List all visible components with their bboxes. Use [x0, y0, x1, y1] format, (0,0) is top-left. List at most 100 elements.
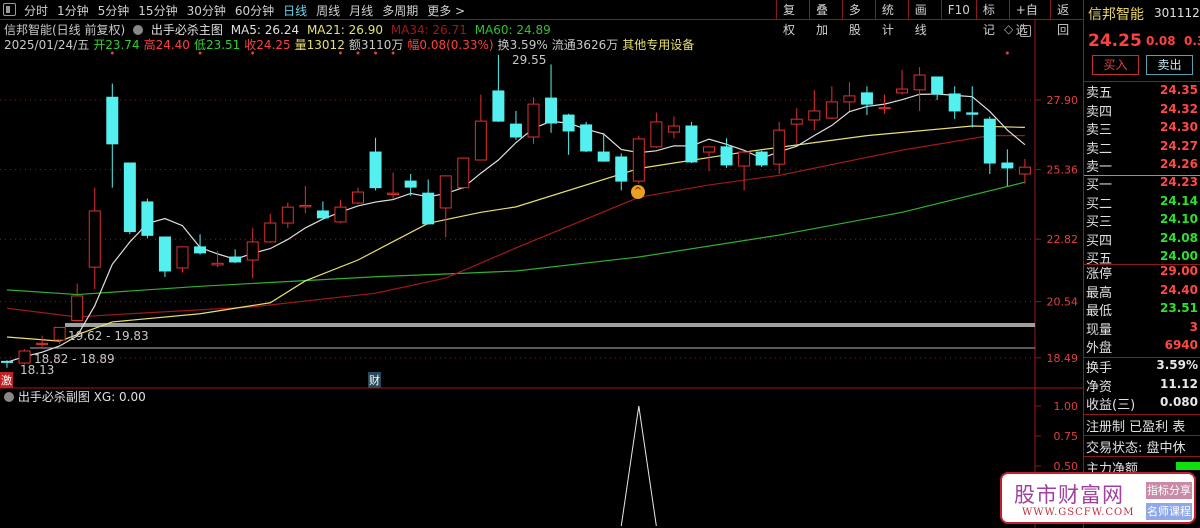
candle-body — [632, 138, 645, 182]
candle-body — [352, 191, 364, 204]
sub-y-tick-label: 0.75 — [1054, 430, 1079, 443]
quote-value: 6940 — [1164, 338, 1198, 352]
registration-info: 注册制 已盈利 表 — [1086, 420, 1186, 435]
candle-body — [720, 146, 733, 166]
candle-body — [738, 151, 751, 167]
candle-body — [843, 95, 856, 103]
quote-row: 外盘 6940 — [1084, 337, 1200, 356]
candle-body — [123, 162, 136, 233]
kline-chart[interactable]: 27.9025.3622.8220.5418.491.000.750.50 — [0, 0, 1083, 528]
quote-row: 买四 24.08 — [1084, 230, 1200, 249]
quote-label: 买三 — [1086, 215, 1113, 230]
quote-row: 净资 11.12 — [1084, 376, 1200, 395]
candle-body — [211, 262, 224, 266]
sub-indicator-header: 出手必杀副图 XG: 0.00 — [4, 388, 146, 405]
candle-body — [913, 74, 926, 91]
sub-y-tick-label: 1.00 — [1054, 400, 1079, 413]
sell-button[interactable]: 卖出 — [1146, 55, 1193, 75]
candle-body — [264, 222, 277, 243]
watermark-title: 股市财富网 — [1014, 483, 1124, 507]
quote-label: 换手 — [1086, 361, 1113, 376]
candle-body — [948, 93, 961, 112]
quote-value: 24.40 — [1160, 282, 1198, 297]
candle-body — [18, 350, 31, 364]
price-change: 0.08 — [1146, 34, 1176, 48]
candle-body — [667, 125, 680, 133]
quote-label: 卖二 — [1086, 141, 1113, 157]
candle-body — [106, 96, 119, 145]
quote-value: 24.26 — [1160, 157, 1198, 171]
candle-body — [685, 125, 698, 163]
y-tick-label: 25.36 — [1047, 164, 1079, 177]
candle-body — [878, 107, 891, 110]
watermark-tag-courses: 名师课程 — [1146, 503, 1192, 520]
candle-body — [387, 192, 400, 196]
candle-body — [790, 118, 803, 125]
event-badge[interactable]: 激 — [0, 372, 13, 388]
quote-value: 24.32 — [1160, 101, 1198, 116]
quote-value: 24.23 — [1160, 175, 1198, 189]
candle-body — [931, 76, 944, 95]
candle-body — [53, 326, 66, 341]
ma34-line — [6, 135, 1025, 318]
y-tick-label: 22.82 — [1047, 233, 1079, 246]
candle-body — [562, 114, 575, 132]
diamond-icon[interactable]: ◇ — [1004, 22, 1013, 36]
candle-body — [334, 206, 347, 223]
quote-label: 卖一 — [1086, 160, 1113, 175]
quote-value: 24.14 — [1160, 193, 1198, 208]
sub-indicator-name[interactable]: 出手必杀副图 — [18, 390, 90, 404]
y-tick-label: 18.49 — [1047, 352, 1079, 365]
gap-band — [65, 323, 1035, 327]
quote-label: 买一 — [1086, 178, 1113, 193]
buy-signal-icon: ^ — [631, 185, 645, 199]
candle-body — [755, 151, 768, 166]
candle-body — [176, 246, 189, 269]
quote-row: 最高 24.40 — [1084, 282, 1200, 301]
candle-body — [88, 210, 101, 268]
quote-row: 卖四 24.32 — [1084, 101, 1200, 120]
candle-body — [615, 156, 628, 182]
sub-indicator-menu-icon[interactable] — [4, 392, 14, 402]
marker-dot — [110, 51, 114, 55]
xg-value: XG: 0.00 — [93, 390, 146, 404]
buy-button[interactable]: 买入 — [1092, 55, 1139, 75]
panel-toggle-icon[interactable] — [1020, 25, 1031, 37]
quote-value: 0.080 — [1160, 395, 1198, 409]
candle-body — [492, 90, 505, 122]
quote-label: 买四 — [1086, 233, 1113, 249]
quote-row: 卖三 24.30 — [1084, 119, 1200, 138]
quote-label: 卖五 — [1086, 86, 1113, 101]
quote-value: 3 — [1189, 319, 1198, 334]
quote-label: 最高 — [1086, 285, 1113, 301]
quote-row: 换手 3.59% — [1084, 357, 1200, 376]
candle-body — [474, 120, 487, 161]
quote-label: 外盘 — [1086, 341, 1113, 356]
quote-value: 24.00 — [1160, 249, 1198, 263]
candle-body — [1, 360, 13, 363]
candle-body — [404, 180, 417, 188]
marker-dot — [251, 51, 255, 55]
candle-body — [1018, 166, 1031, 175]
candle-body — [369, 151, 382, 189]
candle-body — [158, 236, 171, 272]
quote-value: 3.59% — [1156, 358, 1198, 372]
quote-value: 23.51 — [1160, 301, 1198, 315]
quote-row: 卖二 24.27 — [1084, 138, 1200, 157]
quote-row: 最低 23.51 — [1084, 300, 1200, 319]
candle-body — [896, 88, 909, 94]
quote-row: 买一 24.23 — [1084, 174, 1200, 193]
finance-badge[interactable]: 财 — [368, 372, 381, 388]
quote-panel: 信邦智能 301112 24.25 0.08 0.33% 买入 卖出 卖五 24.… — [1083, 0, 1200, 528]
candle-body — [71, 295, 84, 322]
quote-label: 卖三 — [1086, 123, 1113, 138]
candle-body — [808, 110, 821, 121]
quote-label: 最低 — [1086, 304, 1113, 319]
marker-dot — [1005, 51, 1009, 55]
candle-body — [580, 124, 593, 152]
candle-body — [650, 121, 663, 148]
price-change-pct: 0.33% — [1184, 34, 1200, 48]
y-tick-label: 27.90 — [1047, 94, 1079, 107]
candle-body — [281, 206, 294, 224]
quote-value: 24.27 — [1160, 138, 1198, 153]
